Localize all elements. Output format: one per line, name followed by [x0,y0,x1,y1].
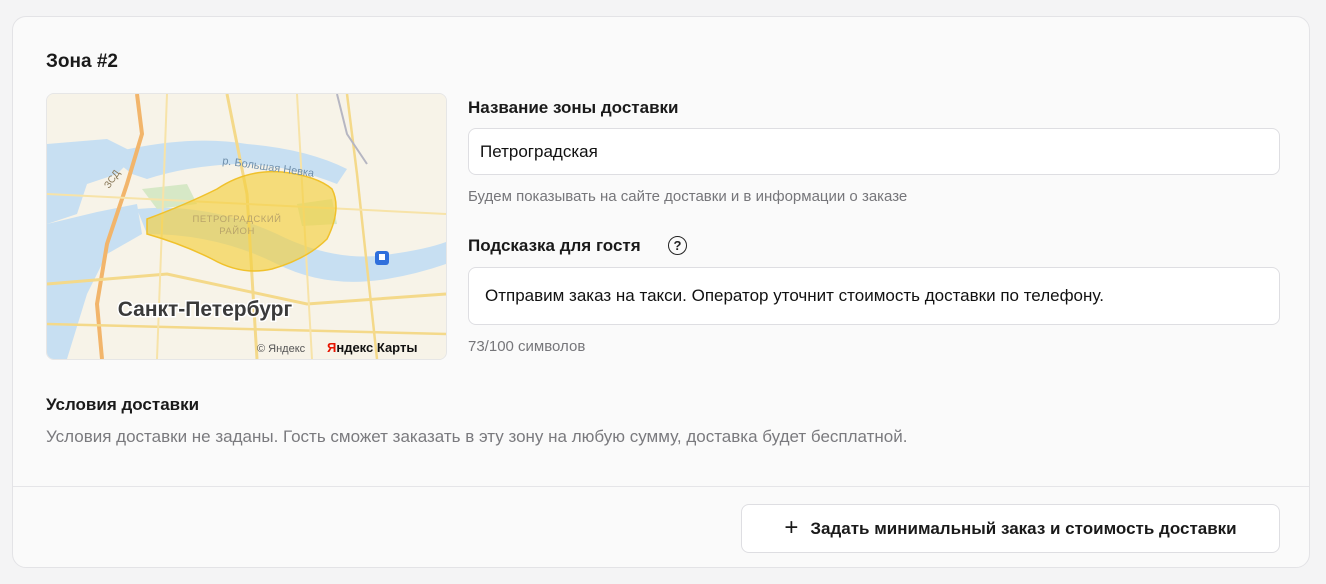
guest-hint-textarea[interactable]: Отправим заказ на такси. Оператор уточни… [468,267,1280,325]
footer-divider [13,486,1309,487]
plus-icon: + [784,513,799,541]
zone-title: Зона #2 [46,51,118,72]
set-min-order-button[interactable]: + Задать минимальный заказ и стоимость д… [741,504,1280,553]
zone-name-value: Петроградская [480,141,598,161]
map-brand-letter: Я [327,340,336,355]
set-min-order-label: Задать минимальный заказ и стоимость дос… [810,518,1237,538]
zone-name-label: Название зоны доставки [468,98,679,117]
question-circle-icon[interactable]: ? [668,236,687,255]
map-copyright: © Яндекс [257,343,306,355]
conditions-text: Условия доставки не заданы. Гость сможет… [46,427,908,446]
map-city-label: Санкт-Петербург [118,298,293,321]
guest-hint-counter: 73/100 символов [468,338,586,355]
map-brand-rest: ндекс Карты [336,340,417,355]
zone-map[interactable]: ПЕТРОГРАДСКИЙ РАЙОН р. Большая Невка ЗСД… [46,93,447,360]
map-brand-logo: Яндекс Карты [327,340,417,355]
zone-name-input[interactable]: Петроградская [468,128,1280,175]
zone-name-hint: Будем показывать на сайте доставки и в и… [468,188,908,205]
delivery-zone-card: Зона #2 ПЕТРОГРАДСКИЙ РАЙОН р. Большая Н… [12,16,1310,568]
conditions-title: Условия доставки [46,395,200,414]
guest-hint-value: Отправим заказ на такси. Оператор уточни… [485,286,1104,305]
map-canvas: ПЕТРОГРАДСКИЙ РАЙОН р. Большая Невка ЗСД… [47,94,446,359]
map-district-label: ПЕТРОГРАДСКИЙ [193,213,282,225]
guest-hint-label: Подсказка для гостя [468,236,641,255]
map-district-label-2: РАЙОН [219,225,255,237]
